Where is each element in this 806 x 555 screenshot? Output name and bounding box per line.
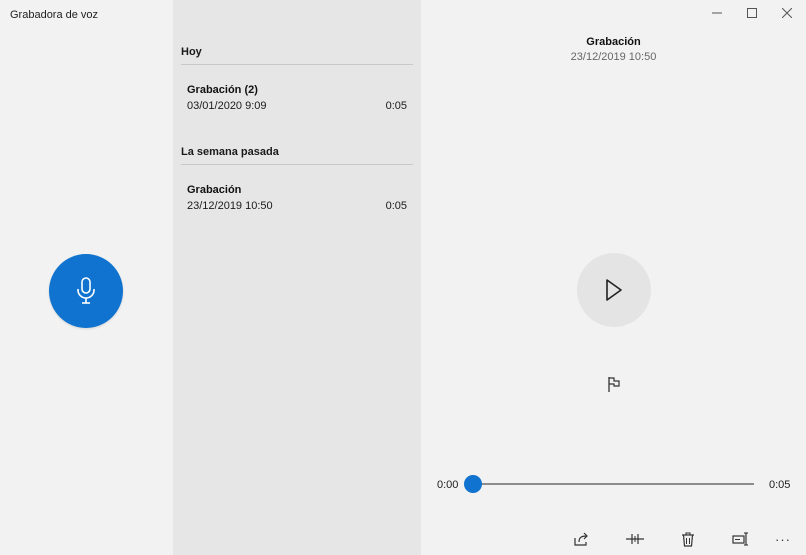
- more-button[interactable]: ···: [771, 528, 795, 550]
- maximize-icon: [747, 8, 757, 18]
- recording-duration: 0:05: [385, 200, 407, 212]
- close-icon: [782, 8, 792, 18]
- recording-name: Grabación (2): [187, 84, 258, 96]
- list-item-recording[interactable]: Grabación 23/12/2019 10:50 0:05: [173, 184, 421, 230]
- recording-date: 23/12/2019 10:50: [570, 51, 657, 63]
- add-marker-button[interactable]: [604, 374, 624, 394]
- rename-button[interactable]: [729, 528, 753, 550]
- close-button[interactable]: [769, 2, 805, 24]
- app-title: Grabadora de voz: [10, 9, 99, 21]
- group-header-today: Hoy: [181, 46, 413, 65]
- maximize-button[interactable]: [734, 2, 770, 24]
- record-pane: Grabadora de voz: [0, 0, 173, 555]
- minimize-icon: [712, 12, 722, 14]
- play-icon: [606, 279, 622, 301]
- playback-pane: Grabación 23/12/2019 10:50 0:00 0:05 ···: [421, 0, 806, 555]
- seek-bar[interactable]: [469, 483, 754, 485]
- trim-button[interactable]: [623, 528, 647, 550]
- recording-date: 03/01/2020 9:09: [187, 100, 267, 112]
- seek-thumb[interactable]: [464, 475, 482, 493]
- more-icon: ···: [775, 531, 791, 547]
- group-header-last-week: La semana pasada: [181, 146, 413, 165]
- flag-icon: [608, 377, 620, 392]
- current-time: 0:00: [437, 479, 459, 491]
- total-time: 0:05: [769, 479, 791, 491]
- trim-icon: [626, 534, 644, 544]
- recording-date: 23/12/2019 10:50: [187, 200, 273, 212]
- voice-recorder-window: Grabadora de voz Hoy Grabación (2) 03/01…: [0, 0, 806, 555]
- delete-button[interactable]: [676, 528, 700, 550]
- share-button[interactable]: [570, 528, 594, 550]
- rename-icon: [732, 532, 748, 546]
- list-item-recording-2[interactable]: Grabación (2) 03/01/2020 9:09 0:05: [173, 84, 421, 130]
- record-button[interactable]: [49, 254, 123, 328]
- recording-duration: 0:05: [385, 100, 407, 112]
- play-button[interactable]: [577, 253, 651, 327]
- share-icon: [574, 532, 588, 546]
- recording-name: Grabación: [187, 184, 242, 196]
- microphone-icon: [77, 277, 95, 304]
- delete-icon: [682, 531, 694, 547]
- recording-title: Grabación: [586, 36, 641, 48]
- recordings-list: Hoy Grabación (2) 03/01/2020 9:09 0:05 L…: [173, 0, 421, 555]
- minimize-button[interactable]: [699, 2, 735, 24]
